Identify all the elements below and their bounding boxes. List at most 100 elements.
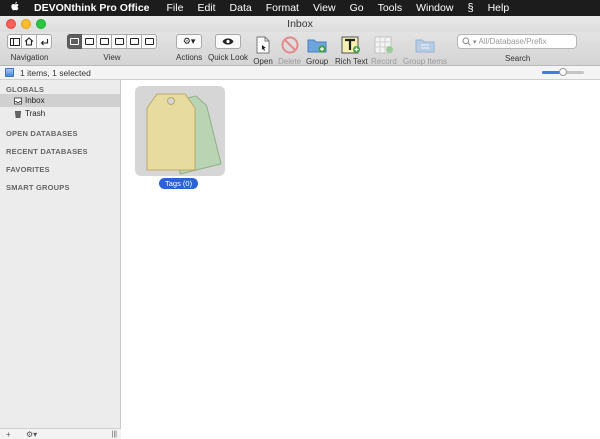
delete-group: Delete [278,34,301,66]
sidebar-section-open-databases[interactable]: OPEN DATABASES [0,124,120,142]
sidebar-bottom-bar: + ⚙▾ ||| [0,428,121,439]
trash-icon [14,110,22,118]
zoom-window-button[interactable] [36,19,46,29]
navigation-label: Navigation [10,53,49,62]
close-window-button[interactable] [6,19,16,29]
view-columns-button[interactable] [97,34,112,49]
actions-label: Actions [176,53,203,62]
group-label: Group [306,57,329,66]
home-button[interactable] [22,34,37,49]
back-button[interactable] [37,34,52,49]
menu-format[interactable]: Format [266,2,299,14]
view-label: View [103,53,121,62]
group-group: Group [306,34,328,66]
sidebar-item-label: Trash [25,109,46,118]
zoom-slider[interactable] [542,68,584,76]
back-arrow-icon [40,39,49,46]
search-label: Search [505,54,531,63]
menu-view[interactable]: View [313,2,336,14]
actions-group: ⚙▾ Actions [176,34,202,62]
widescreen-view-icon [129,38,139,45]
sidebar-section-recent-databases[interactable]: RECENT DATABASES [0,142,120,160]
record-icon [374,36,393,54]
quicklook-button[interactable] [215,34,242,49]
columns-view-icon [99,38,109,45]
sidebar: GLOBALS Inbox Trash OPEN DATABASES RECEN… [0,80,121,439]
view-list-button[interactable] [82,34,97,49]
record-label: Record [371,57,397,66]
record-group: Record [371,34,397,66]
menu-edit[interactable]: Edit [197,2,215,14]
home-icon [24,37,34,46]
window-controls [6,19,46,29]
groupitems-group: Group Items [403,34,447,66]
rich-text-icon [341,36,361,54]
eye-icon [222,38,234,45]
view-split-button[interactable] [112,34,127,49]
minimize-window-button[interactable] [21,19,31,29]
status-strip: 1 items, 1 selected [0,66,600,80]
document-open-icon [256,36,270,54]
sidebar-section-favorites[interactable]: FAVORITES [0,160,120,178]
preview-view-icon [144,38,154,45]
menu-window[interactable]: Window [416,2,453,14]
menu-bar: DEVONthink Pro Office File Edit Data For… [0,0,600,16]
delete-button[interactable] [279,34,301,56]
group-items-button[interactable] [414,34,436,56]
new-group-button[interactable] [306,34,328,56]
quicklook-group: Quick Look [208,34,248,62]
sidebar-item-trash[interactable]: Trash [0,107,120,120]
sidebar-item-inbox[interactable]: Inbox [0,94,120,107]
window-titlebar: Inbox [0,16,600,32]
zoom-slider-knob[interactable] [559,68,567,76]
add-button[interactable]: + [6,430,16,439]
view-group: View [67,34,157,62]
delete-label: Delete [278,57,302,66]
actions-button[interactable]: ⚙▾ [176,34,203,49]
content-area: Tags (0) [121,80,600,439]
selection-status: 1 items, 1 selected [20,67,91,78]
menu-app-name[interactable]: DEVONthink Pro Office [34,2,150,14]
sidebar-item-label: Inbox [25,96,45,105]
richtext-label: Rich Text [335,57,368,66]
search-placeholder: All/Database/Prefix [478,37,547,46]
richtext-group: Rich Text [335,34,368,66]
open-button[interactable] [252,34,274,56]
search-icon [462,37,471,46]
menu-help[interactable]: Help [488,2,510,14]
navigation-group: Navigation [7,34,52,62]
apple-menu-icon[interactable] [8,1,22,15]
tags-icon [146,93,222,175]
record-button[interactable] [373,34,395,56]
sidebar-action-button[interactable]: ⚙▾ [26,430,37,439]
inbox-icon [14,97,22,105]
tags-group-tile[interactable] [135,86,225,176]
view-widescreen-button[interactable] [127,34,142,49]
groupitems-label: Group Items [403,57,448,66]
menu-go[interactable]: Go [350,2,364,14]
split-view-icon [114,38,124,45]
folder-add-icon [307,39,327,53]
sidebar-section-smart-groups[interactable]: SMART GROUPS [0,178,120,196]
list-view-icon [84,38,94,45]
view-preview-button[interactable] [142,34,157,49]
script-menu-icon[interactable]: § [467,2,473,14]
menu-file[interactable]: File [167,2,184,14]
search-dropdown-chevron-icon: ▾ [473,38,477,46]
folder-group-items-icon [415,39,435,53]
toolbar: Navigation View ⚙▾ Actions Quick Look Op… [0,32,600,66]
menu-tools[interactable]: Tools [378,2,403,14]
sidebar-icon [9,37,20,46]
menu-data[interactable]: Data [230,2,252,14]
tags-group-label[interactable]: Tags (0) [159,178,199,189]
open-label: Open [253,57,273,66]
icons-view-icon [70,38,79,45]
resize-grip-icon[interactable]: ||| [112,431,117,438]
delete-icon [281,36,299,54]
view-icons-button[interactable] [67,34,82,49]
new-rich-text-button[interactable] [340,34,362,56]
quicklook-label: Quick Look [208,53,249,62]
sidebar-toggle-button[interactable] [7,34,22,49]
search-field[interactable]: ▾ All/Database/Prefix [457,34,577,49]
database-icon [5,68,14,77]
